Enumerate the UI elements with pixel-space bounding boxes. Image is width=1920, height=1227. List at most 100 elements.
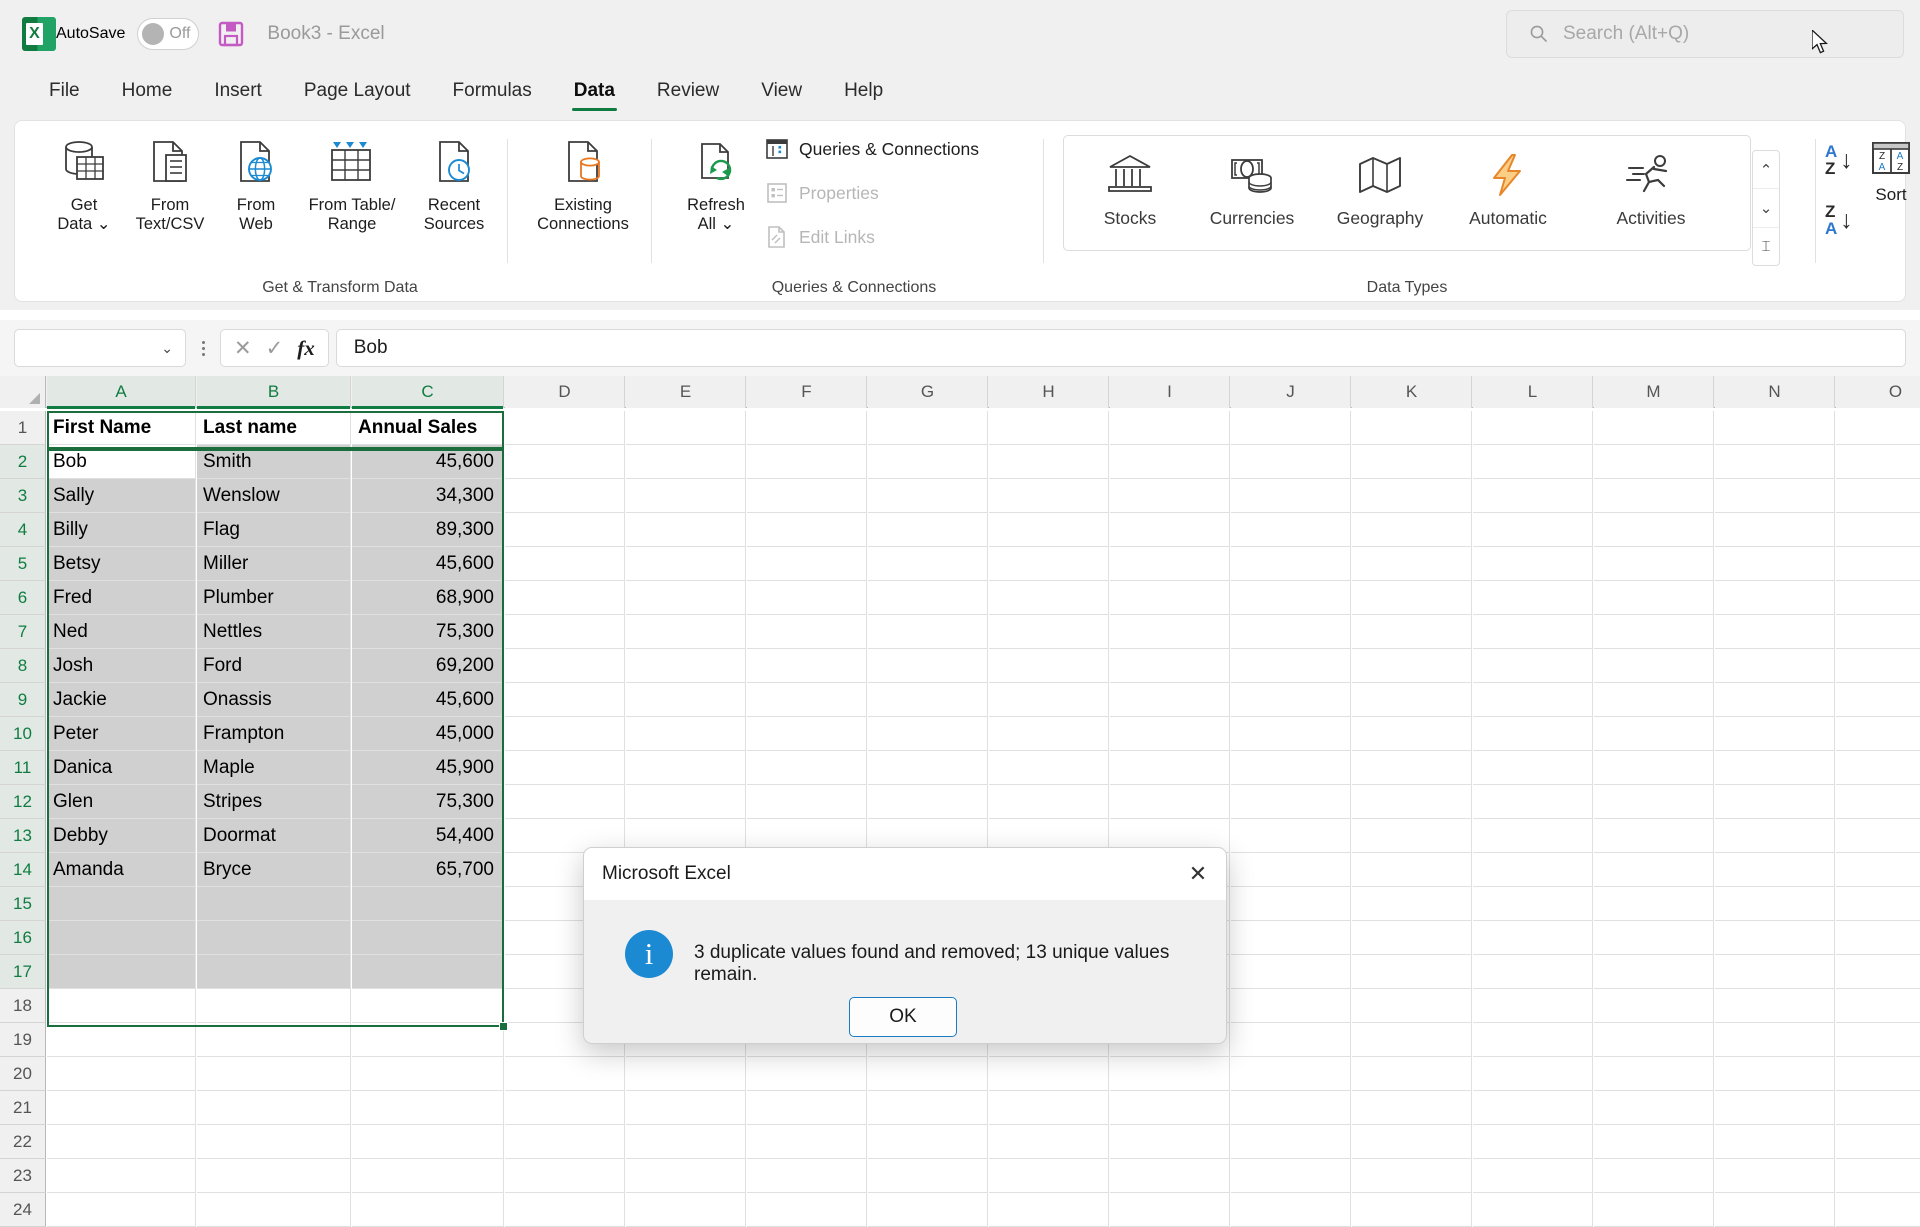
row-header-17[interactable]: 17 — [0, 955, 46, 989]
cell-G11[interactable] — [868, 751, 988, 785]
cell-I2[interactable] — [1110, 445, 1230, 479]
cell-F7[interactable] — [747, 615, 867, 649]
cell-O2[interactable] — [1836, 445, 1920, 479]
cell-L24[interactable] — [1473, 1193, 1593, 1227]
cell-A4[interactable]: Billy — [47, 513, 196, 547]
row-header-13[interactable]: 13 — [0, 819, 46, 853]
cell-E22[interactable] — [626, 1125, 746, 1159]
cell-H2[interactable] — [989, 445, 1109, 479]
cell-H5[interactable] — [989, 547, 1109, 581]
cell-G3[interactable] — [868, 479, 988, 513]
cell-D6[interactable] — [505, 581, 625, 615]
cell-B14[interactable]: Bryce — [197, 853, 351, 887]
cell-O1[interactable] — [1836, 411, 1920, 445]
cell-O21[interactable] — [1836, 1091, 1920, 1125]
cell-M11[interactable] — [1594, 751, 1714, 785]
cell-C20[interactable] — [352, 1057, 504, 1091]
cell-O10[interactable] — [1836, 717, 1920, 751]
cell-C9[interactable]: 45,600 — [352, 683, 504, 717]
formula-input[interactable]: Bob — [335, 329, 1906, 367]
cell-F24[interactable] — [747, 1193, 867, 1227]
cell-K13[interactable] — [1352, 819, 1472, 853]
cell-K18[interactable] — [1352, 989, 1472, 1023]
tab-page-layout[interactable]: Page Layout — [283, 68, 432, 114]
cell-N17[interactable] — [1715, 955, 1835, 989]
cell-G22[interactable] — [868, 1125, 988, 1159]
cell-N4[interactable] — [1715, 513, 1835, 547]
enter-icon[interactable]: ✓ — [266, 336, 284, 361]
cell-H22[interactable] — [989, 1125, 1109, 1159]
column-header-I[interactable]: I — [1110, 376, 1230, 408]
row-header-10[interactable]: 10 — [0, 717, 46, 751]
existing-connections-button[interactable]: Existing Connections — [523, 131, 643, 234]
cell-H21[interactable] — [989, 1091, 1109, 1125]
geography-button[interactable]: Geography — [1320, 144, 1440, 229]
cell-F2[interactable] — [747, 445, 867, 479]
cell-O18[interactable] — [1836, 989, 1920, 1023]
formula-bar-options-icon[interactable] — [190, 340, 216, 356]
row-header-15[interactable]: 15 — [0, 887, 46, 921]
cell-I6[interactable] — [1110, 581, 1230, 615]
cell-A5[interactable]: Betsy — [47, 547, 196, 581]
column-header-K[interactable]: K — [1352, 376, 1472, 408]
from-text-csv-button[interactable]: From Text/CSV — [127, 131, 213, 234]
cell-K8[interactable] — [1352, 649, 1472, 683]
cell-M20[interactable] — [1594, 1057, 1714, 1091]
cell-L19[interactable] — [1473, 1023, 1593, 1057]
row-header-14[interactable]: 14 — [0, 853, 46, 887]
column-header-A[interactable]: A — [47, 376, 196, 409]
cell-K15[interactable] — [1352, 887, 1472, 921]
row-header-19[interactable]: 19 — [0, 1023, 46, 1057]
cell-B17[interactable] — [197, 955, 351, 989]
cell-A24[interactable] — [47, 1193, 196, 1227]
row-header-1[interactable]: 1 — [0, 411, 46, 445]
cell-E11[interactable] — [626, 751, 746, 785]
cell-G5[interactable] — [868, 547, 988, 581]
cell-O4[interactable] — [1836, 513, 1920, 547]
cell-G2[interactable] — [868, 445, 988, 479]
cell-N13[interactable] — [1715, 819, 1835, 853]
cell-E21[interactable] — [626, 1091, 746, 1125]
cell-A12[interactable]: Glen — [47, 785, 196, 819]
cell-I12[interactable] — [1110, 785, 1230, 819]
cell-H1[interactable] — [989, 411, 1109, 445]
cell-L16[interactable] — [1473, 921, 1593, 955]
cell-K7[interactable] — [1352, 615, 1472, 649]
row-header-5[interactable]: 5 — [0, 547, 46, 581]
cell-O12[interactable] — [1836, 785, 1920, 819]
cell-H9[interactable] — [989, 683, 1109, 717]
cell-K24[interactable] — [1352, 1193, 1472, 1227]
cell-G21[interactable] — [868, 1091, 988, 1125]
cell-B6[interactable]: Plumber — [197, 581, 351, 615]
refresh-all-button[interactable]: Refresh All ⌄ — [673, 131, 759, 234]
cell-B9[interactable]: Onassis — [197, 683, 351, 717]
cell-N20[interactable] — [1715, 1057, 1835, 1091]
gallery-scroll-up[interactable]: ⌃ — [1753, 151, 1779, 188]
cell-I9[interactable] — [1110, 683, 1230, 717]
row-header-9[interactable]: 9 — [0, 683, 46, 717]
cell-I7[interactable] — [1110, 615, 1230, 649]
cell-M21[interactable] — [1594, 1091, 1714, 1125]
cell-D23[interactable] — [505, 1159, 625, 1193]
cell-M24[interactable] — [1594, 1193, 1714, 1227]
cell-N3[interactable] — [1715, 479, 1835, 513]
cell-O5[interactable] — [1836, 547, 1920, 581]
cell-L14[interactable] — [1473, 853, 1593, 887]
cell-J23[interactable] — [1231, 1159, 1351, 1193]
chevron-down-icon[interactable]: ⌄ — [161, 340, 173, 357]
properties-button[interactable]: Properties — [765, 181, 879, 205]
cell-C13[interactable]: 54,400 — [352, 819, 504, 853]
cell-I8[interactable] — [1110, 649, 1230, 683]
cell-N24[interactable] — [1715, 1193, 1835, 1227]
cell-L11[interactable] — [1473, 751, 1593, 785]
cell-K1[interactable] — [1352, 411, 1472, 445]
cell-O7[interactable] — [1836, 615, 1920, 649]
cell-B7[interactable]: Nettles — [197, 615, 351, 649]
cell-M18[interactable] — [1594, 989, 1714, 1023]
cell-L15[interactable] — [1473, 887, 1593, 921]
sort-dialog-button[interactable]: Z A A Z Sort — [1869, 139, 1913, 205]
cell-B12[interactable]: Stripes — [197, 785, 351, 819]
sort-ascending-button[interactable]: AZ ↓ — [1825, 143, 1853, 177]
cell-N14[interactable] — [1715, 853, 1835, 887]
cell-K14[interactable] — [1352, 853, 1472, 887]
